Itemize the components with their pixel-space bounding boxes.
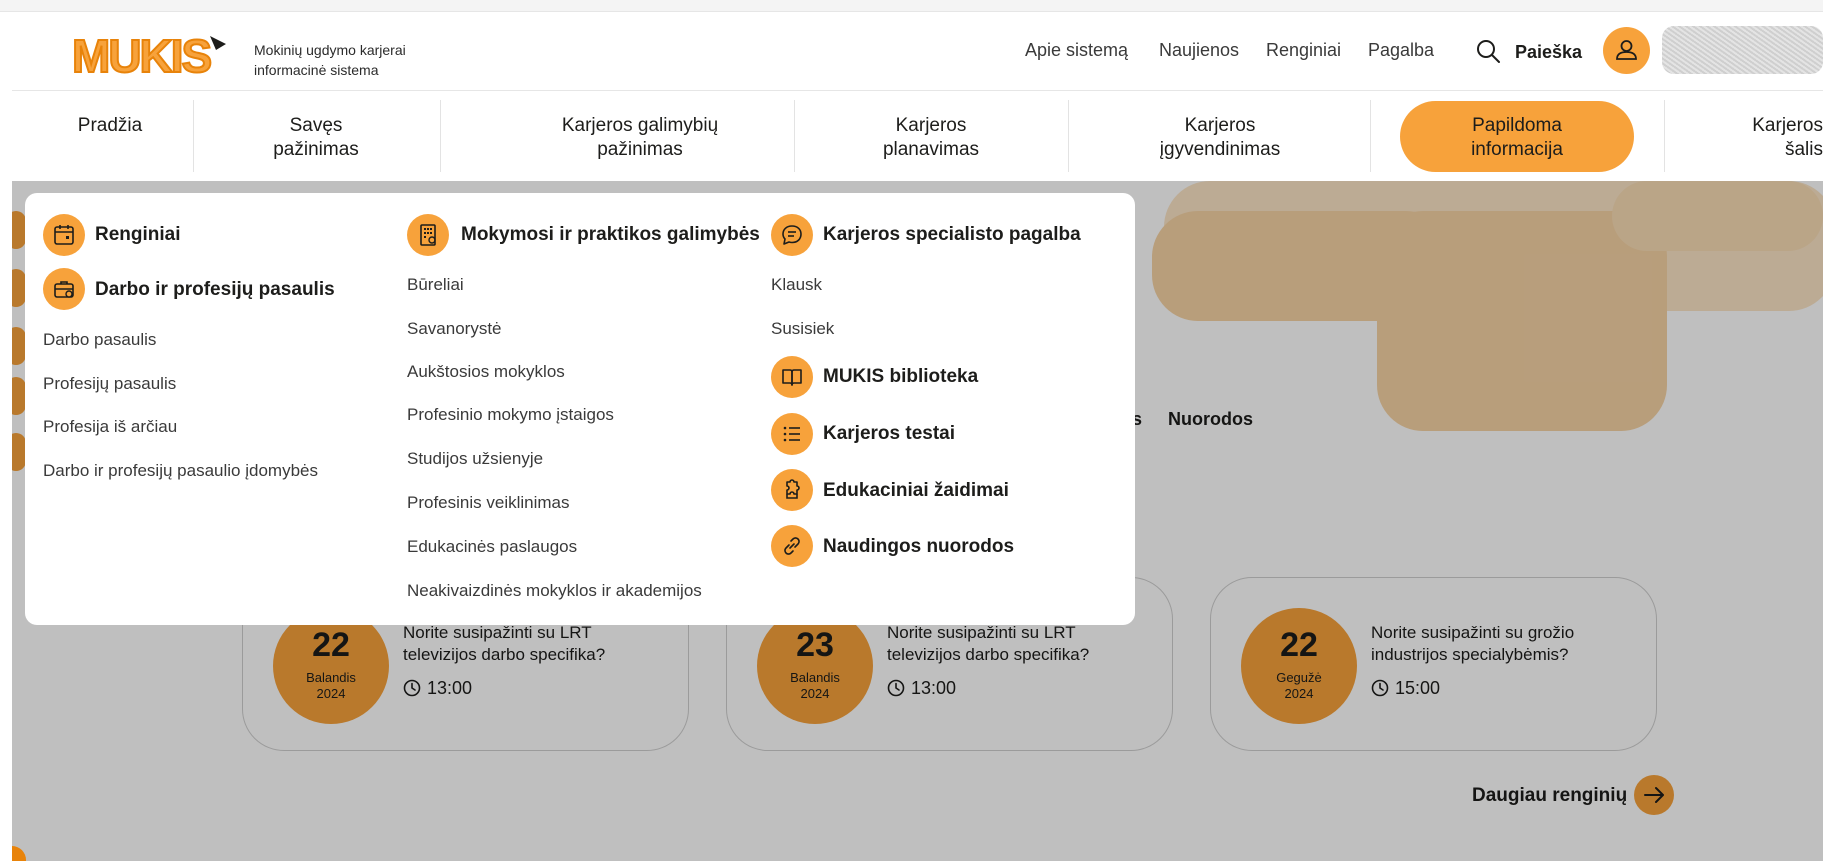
nav-label: pažinimas (597, 139, 683, 160)
nav-label: informacija (1471, 139, 1563, 160)
nav-divider (440, 100, 441, 172)
menu-link-contact[interactable]: Susisiek (771, 319, 834, 339)
nav-item-career-planning[interactable]: Karjeros planavimas (861, 114, 1001, 162)
nav-divider (794, 100, 795, 172)
menu-link-profession-closer[interactable]: Profesija iš arčiau (43, 417, 177, 437)
user-name-redacted[interactable] (1662, 26, 1823, 74)
building-icon (407, 214, 449, 256)
menu-link-work-world[interactable]: Darbo pasaulis (43, 330, 156, 350)
nav-item-self-knowledge[interactable]: Savęs pažinimas (236, 114, 396, 162)
svg-text:MUKIS: MUKIS (72, 30, 211, 78)
mukis-logo[interactable]: MUKIS (70, 29, 230, 83)
menu-learning-opportunities[interactable]: Mokymosi ir praktikos galimybės (461, 224, 760, 246)
menu-link-universities[interactable]: Aukštosios mokyklos (407, 362, 565, 382)
menu-link-volunteering[interactable]: Savanorystė (407, 319, 502, 339)
nav-label: įgyvendinimas (1159, 139, 1281, 160)
nav-label: Karjeros (1752, 115, 1823, 136)
menu-work-world[interactable]: Darbo ir profesijų pasaulis (95, 279, 335, 301)
nav-label: Karjeros (1184, 115, 1256, 136)
nav-label: pažinimas (273, 139, 359, 160)
user-icon (1616, 40, 1637, 60)
additional-info-dropdown: Renginiai Darbo ir profesijų pasaulis Da… (25, 193, 1135, 625)
menu-link-clubs[interactable]: Būreliai (407, 275, 464, 295)
menu-career-specialist[interactable]: Karjeros specialisto pagalba (823, 224, 1081, 246)
nav-item-additional-info[interactable]: Papildoma informacija (1420, 114, 1614, 162)
nav-divider (1068, 100, 1069, 172)
menu-useful-links[interactable]: Naudingos nuorodos (823, 536, 1014, 558)
nav-item-career-implementation[interactable]: Karjeros įgyvendinimas (1130, 114, 1310, 162)
briefcase-icon (43, 268, 85, 310)
menu-link-distance-schools[interactable]: Neakivaizdinės mokyklos ir akademijos (407, 581, 702, 601)
tagline-line-1: Mokinių ugdymo karjerai (254, 42, 406, 58)
top-link-news[interactable]: Naujienos (1159, 40, 1239, 61)
nav-label: šalis (1784, 139, 1823, 160)
chat-icon (771, 214, 813, 256)
list-icon (771, 413, 813, 455)
puzzle-icon (771, 469, 813, 511)
nav-item-career-country[interactable]: Karjeros šalis (1720, 114, 1823, 162)
menu-link-professions-world[interactable]: Profesijų pasaulis (43, 374, 176, 394)
calendar-icon (43, 214, 85, 256)
nav-label: Papildoma (1472, 115, 1562, 136)
nav-label: Savęs (289, 115, 343, 136)
top-link-about[interactable]: Apie sistemą (1025, 40, 1128, 61)
nav-label: Karjeros galimybių (561, 115, 719, 136)
menu-events[interactable]: Renginiai (95, 224, 181, 246)
browser-top-strip (0, 0, 1823, 12)
nav-divider (193, 100, 194, 172)
menu-library[interactable]: MUKIS biblioteka (823, 366, 978, 388)
search-button[interactable]: Paieška (1515, 42, 1582, 63)
site-tagline: Mokinių ugdymo karjerai informacinė sist… (254, 40, 406, 80)
nav-label: Karjeros (895, 115, 967, 136)
book-icon (771, 356, 813, 398)
menu-career-tests[interactable]: Karjeros testai (823, 423, 955, 445)
menu-edu-games[interactable]: Edukaciniai žaidimai (823, 480, 1009, 502)
nav-label: Pradžia (77, 115, 143, 136)
menu-link-vocational-schools[interactable]: Profesinio mokymo įstaigos (407, 405, 614, 425)
link-icon (771, 525, 813, 567)
search-icon[interactable] (1475, 38, 1501, 64)
menu-link-ask[interactable]: Klausk (771, 275, 822, 295)
tagline-line-2: informacinė sistema (254, 62, 379, 78)
nav-divider (1664, 100, 1665, 172)
nav-item-home[interactable]: Pradžia (60, 114, 160, 138)
top-link-events[interactable]: Renginiai (1266, 40, 1341, 61)
mukis-logo-icon: MUKIS (71, 29, 226, 83)
nav-item-career-opportunities[interactable]: Karjeros galimybių pažinimas (510, 114, 770, 162)
nav-label: planavimas (882, 139, 980, 160)
top-link-help[interactable]: Pagalba (1368, 40, 1434, 61)
menu-link-world-facts[interactable]: Darbo ir profesijų pasaulio įdomybės (43, 461, 318, 481)
user-button[interactable] (1603, 27, 1650, 74)
menu-link-educational-services[interactable]: Edukacinės paslaugos (407, 537, 577, 557)
menu-link-study-abroad[interactable]: Studijos užsienyje (407, 449, 543, 469)
menu-link-vocational-activity[interactable]: Profesinis veiklinimas (407, 493, 570, 513)
nav-divider (1370, 100, 1371, 172)
